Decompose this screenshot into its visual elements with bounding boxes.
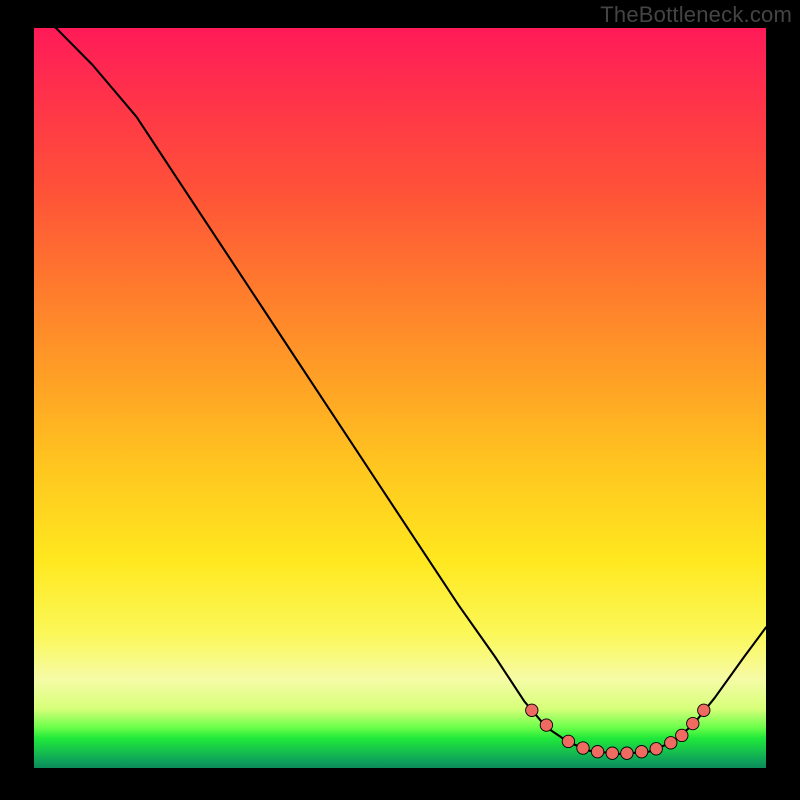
curve-marker [676,729,688,741]
curve-marker [698,704,710,716]
curve-marker [540,719,552,731]
watermark-text: TheBottleneck.com [600,2,792,28]
curve-marker [635,746,647,758]
curve-marker [665,737,677,749]
curve-marker [526,704,538,716]
curve-marker [621,747,633,759]
curve-marker [591,746,603,758]
curve-marker [650,743,662,755]
curve-marker [577,742,589,754]
curve-marker [687,717,699,729]
chart-svg [34,28,766,768]
chart-frame: TheBottleneck.com [0,0,800,800]
bottleneck-curve [34,28,766,754]
curve-marker [606,747,618,759]
curve-marker [562,735,574,747]
plot-area [34,28,766,768]
